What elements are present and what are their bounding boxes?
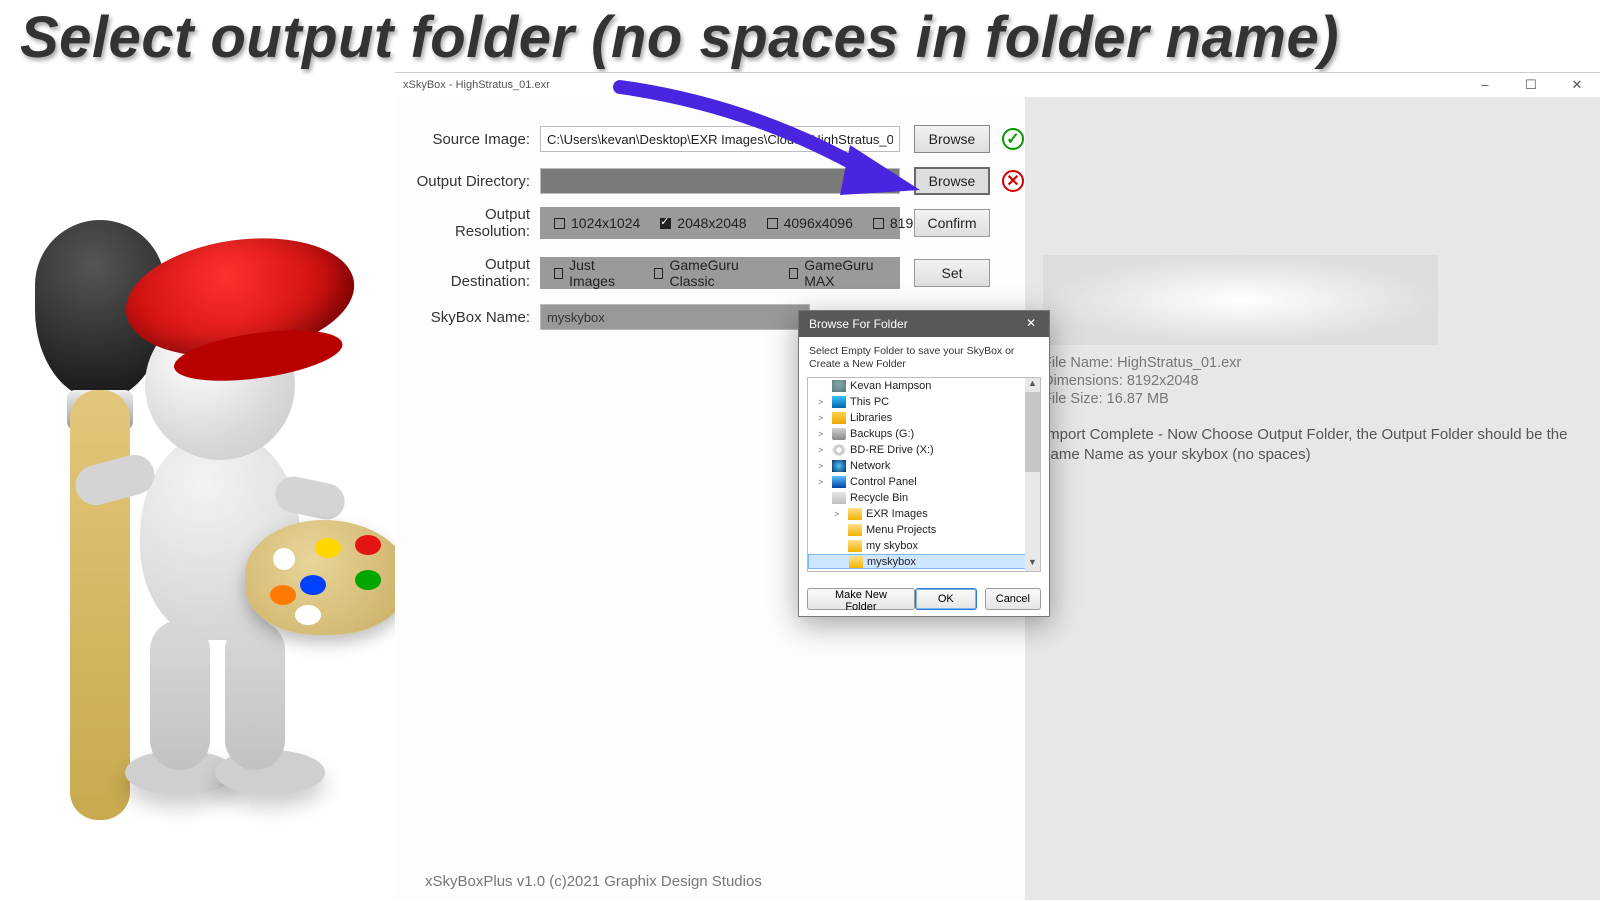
folder-icon: [848, 508, 862, 520]
tree-item[interactable]: > This PC: [808, 394, 1040, 410]
folder-tree[interactable]: Kevan Hampson > This PC > Libraries > Backups …: [807, 377, 1041, 572]
dest-gameguru-classic[interactable]: GameGuru Classic: [654, 257, 763, 289]
window-title: xSkyBox - HighStratus_01.exr: [403, 79, 550, 91]
window-close-button[interactable]: ✕: [1554, 73, 1600, 97]
output-browse-button[interactable]: Browse: [914, 167, 990, 195]
tree-item[interactable]: > Backups (G:): [808, 426, 1040, 442]
tree-item[interactable]: > EXR Images: [808, 506, 1040, 522]
footer-version: xSkyBoxPlus v1.0 (c)2021 Graphix Design …: [425, 873, 762, 890]
resolution-1024[interactable]: 1024x1024: [554, 215, 640, 231]
tree-item[interactable]: > Control Panel: [808, 474, 1040, 490]
window-minimize-button[interactable]: –: [1462, 73, 1508, 97]
tree-item-label: Backups (G:): [850, 426, 914, 442]
window-titlebar[interactable]: xSkyBox - HighStratus_01.exr – ☐ ✕: [395, 73, 1600, 97]
tree-scroll-down[interactable]: ▼: [1025, 557, 1040, 571]
tree-item-label: Network: [850, 458, 890, 474]
preview-thumbnail: [1043, 255, 1438, 345]
expand-icon[interactable]: >: [818, 426, 828, 442]
mascot-illustration: [15, 190, 385, 810]
expand-icon[interactable]: >: [818, 458, 828, 474]
tree-item[interactable]: > Network: [808, 458, 1040, 474]
tree-scroll-thumb[interactable]: [1025, 392, 1040, 472]
net-icon: [832, 460, 846, 472]
drive-icon: [832, 428, 846, 440]
folder-icon: [848, 524, 862, 536]
skybox-name-label: SkyBox Name:: [410, 309, 540, 326]
expand-icon[interactable]: >: [818, 442, 828, 458]
preview-pane: File Name: HighStratus_01.exr Dimensions…: [1025, 97, 1600, 901]
tree-item-label: my skybox: [866, 538, 918, 554]
tree-item-label: EXR Images: [866, 506, 928, 522]
expand-icon[interactable]: >: [834, 506, 844, 522]
resolution-4096[interactable]: 4096x4096: [767, 215, 853, 231]
destination-set-button[interactable]: Set: [914, 259, 990, 287]
tree-item-label: Menu Projects: [866, 522, 936, 538]
tree-item-label: Control Panel: [850, 474, 917, 490]
dest-just-images[interactable]: Just Images: [554, 257, 628, 289]
expand-icon[interactable]: >: [818, 410, 828, 426]
source-image-field[interactable]: [540, 126, 900, 152]
output-destination-label: Output Destination:: [410, 256, 540, 290]
tree-item-label: Libraries: [850, 410, 892, 426]
check-icon: ✓: [1002, 128, 1024, 150]
import-complete-message: Import Complete - Now Choose Output Fold…: [1043, 425, 1582, 466]
x-icon: ✕: [1002, 170, 1024, 192]
tree-item[interactable]: Menu Projects: [808, 522, 1040, 538]
resolution-2048[interactable]: 2048x2048: [660, 215, 746, 231]
output-directory-field[interactable]: [540, 168, 900, 194]
file-name-line: File Name: HighStratus_01.exr: [1043, 355, 1582, 371]
tree-item[interactable]: > BD-RE Drive (X:): [808, 442, 1040, 458]
cp-icon: [832, 476, 846, 488]
source-image-label: Source Image:: [410, 131, 540, 148]
resolution-confirm-button[interactable]: Confirm: [914, 209, 990, 237]
expand-icon[interactable]: >: [818, 474, 828, 490]
filesize-line: File Size: 16.87 MB: [1043, 391, 1582, 407]
user-icon: [832, 380, 846, 392]
make-new-folder-button[interactable]: Make New Folder: [807, 588, 915, 610]
dialog-cancel-button[interactable]: Cancel: [985, 588, 1041, 610]
dialog-titlebar[interactable]: Browse For Folder ✕: [799, 311, 1049, 337]
tree-item[interactable]: Recycle Bin: [808, 490, 1040, 506]
output-directory-label: Output Directory:: [410, 173, 540, 190]
browse-folder-dialog: Browse For Folder ✕ Select Empty Folder …: [798, 310, 1050, 617]
bin-icon: [832, 492, 846, 504]
tree-item-label: myskybox: [867, 554, 916, 570]
dialog-prompt: Select Empty Folder to save your SkyBox …: [799, 337, 1049, 377]
source-browse-button[interactable]: Browse: [914, 125, 990, 153]
window-maximize-button[interactable]: ☐: [1508, 73, 1554, 97]
dest-gameguru-max[interactable]: GameGuru MAX: [789, 257, 886, 289]
disc-icon: [832, 444, 846, 456]
folder-icon: [848, 540, 862, 552]
tree-item-label: This PC: [850, 394, 889, 410]
lib-icon: [832, 412, 846, 424]
destination-strip: Just Images GameGuru Classic GameGuru MA…: [540, 257, 900, 289]
tree-scroll-up[interactable]: ▲: [1025, 378, 1040, 392]
folder-icon: [849, 556, 863, 568]
tree-item[interactable]: myskybox: [808, 554, 1040, 569]
tree-item[interactable]: Kevan Hampson: [808, 378, 1040, 394]
tree-item[interactable]: > Libraries: [808, 410, 1040, 426]
tree-item[interactable]: my skybox: [808, 538, 1040, 554]
dimensions-line: Dimensions: 8192x2048: [1043, 373, 1582, 389]
instruction-headline: Select output folder (no spaces in folde…: [20, 4, 1339, 71]
tree-item-label: Kevan Hampson: [850, 378, 931, 394]
dialog-ok-button[interactable]: OK: [915, 588, 977, 610]
output-resolution-label: Output Resolution:: [410, 206, 540, 240]
resolution-strip: 1024x1024 2048x2048 4096x4096 8192x8192: [540, 207, 900, 239]
pc-icon: [832, 396, 846, 408]
tree-item-label: Recycle Bin: [850, 490, 908, 506]
dialog-title: Browse For Folder: [809, 317, 908, 331]
skybox-name-field[interactable]: [540, 304, 810, 330]
tree-item-label: BD-RE Drive (X:): [850, 442, 934, 458]
dialog-close-button[interactable]: ✕: [1019, 314, 1043, 334]
expand-icon[interactable]: >: [818, 394, 828, 410]
